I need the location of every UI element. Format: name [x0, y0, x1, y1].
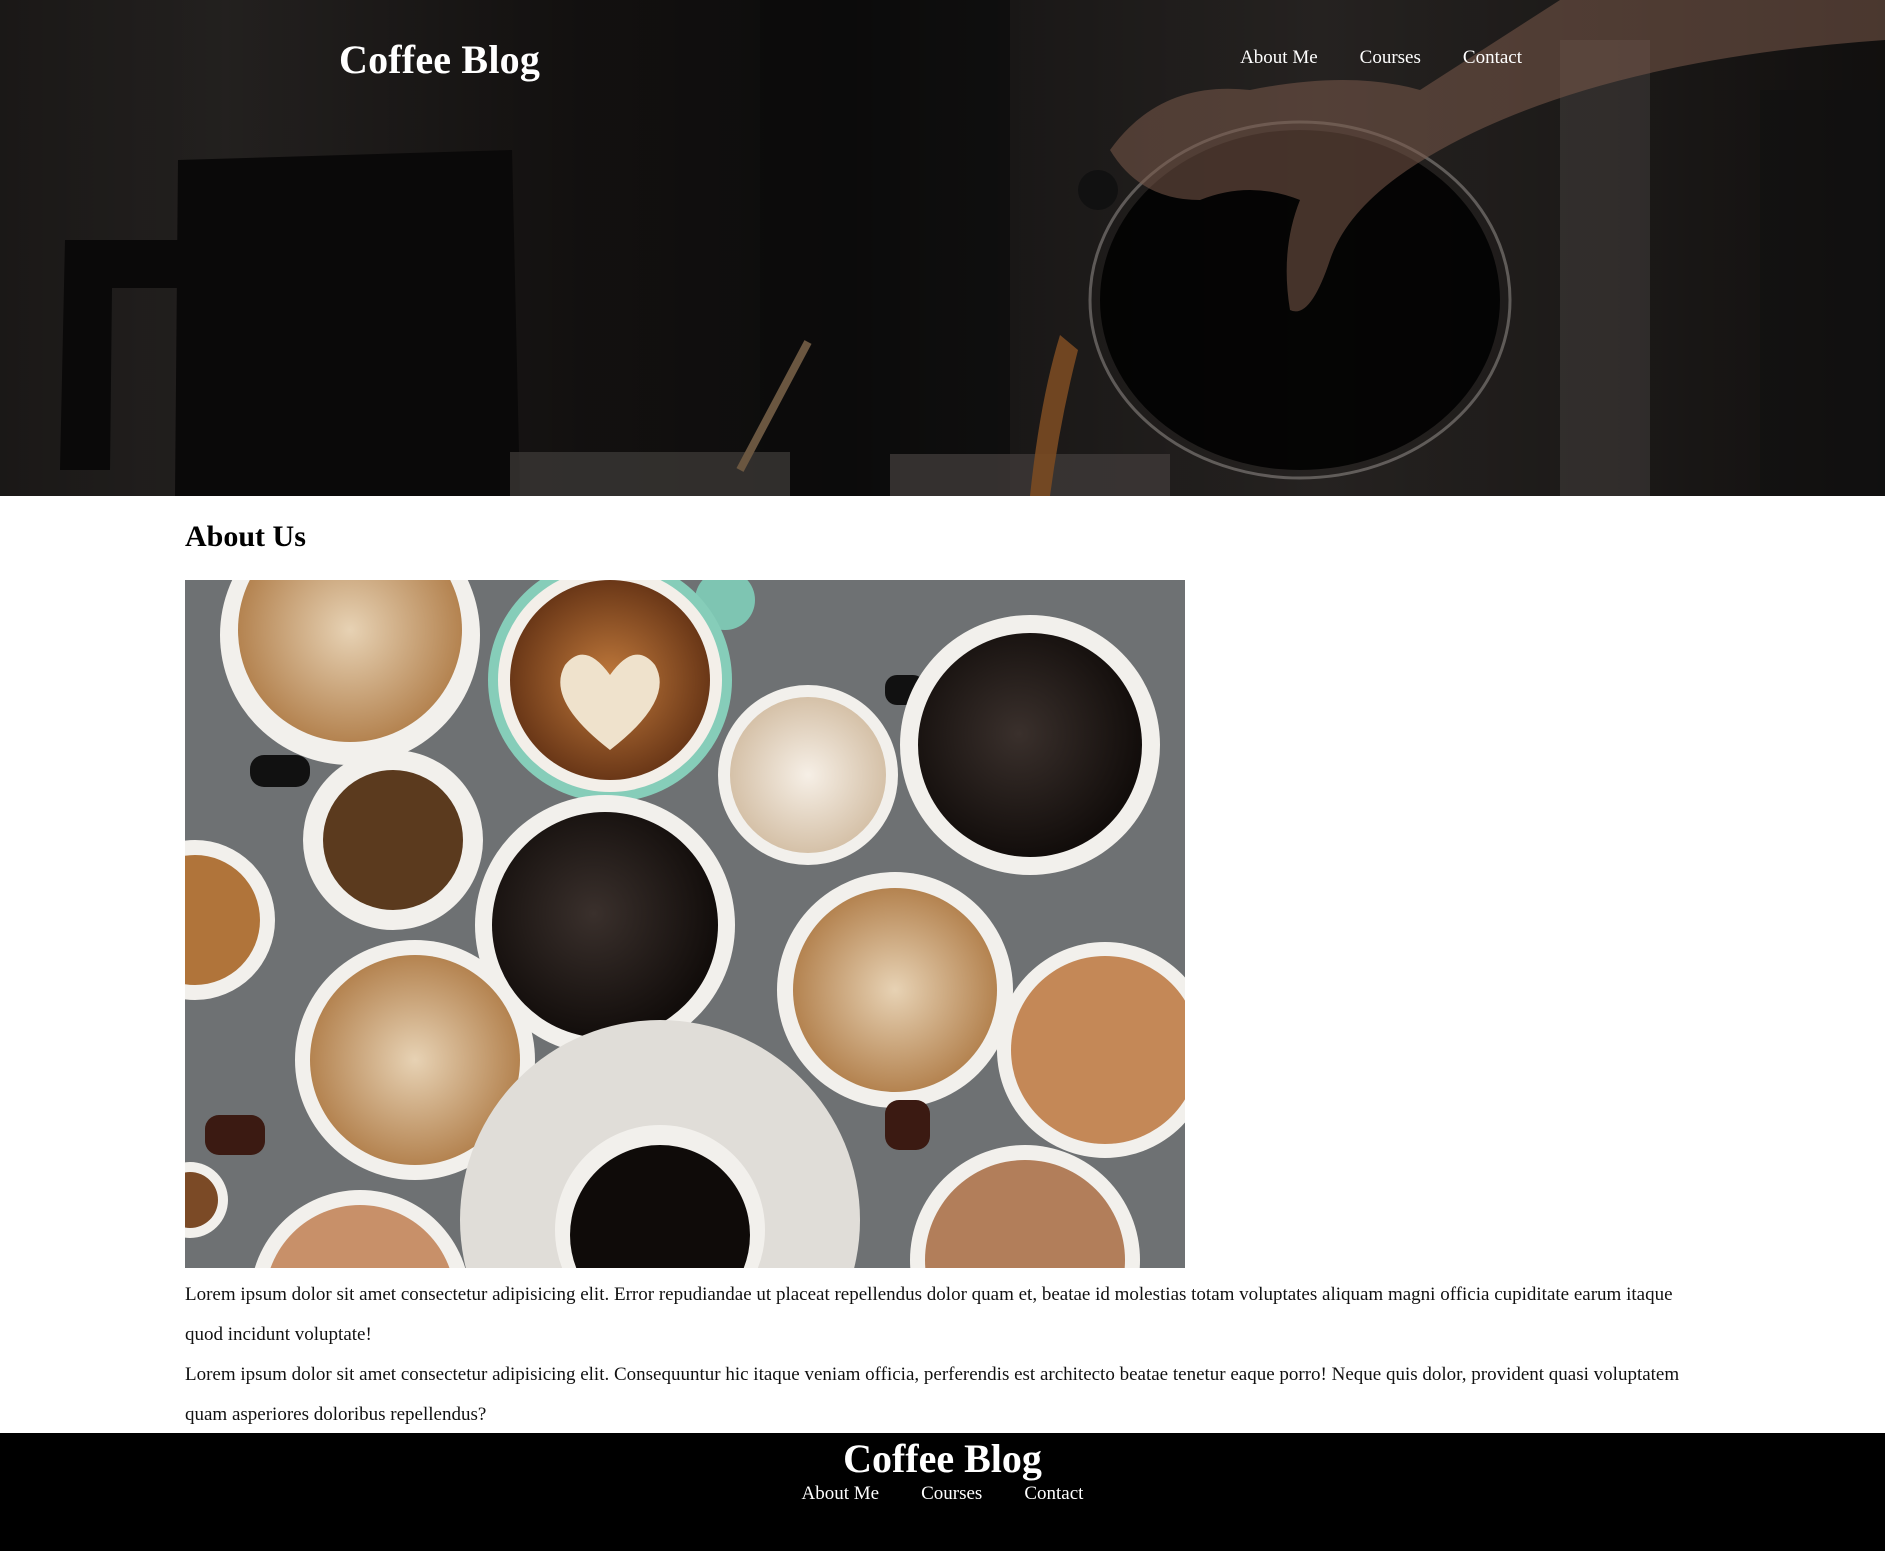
- footer-nav-link-courses[interactable]: Courses: [921, 1483, 982, 1505]
- site-title[interactable]: Coffee Blog: [339, 36, 540, 83]
- paragraph-1: Lorem ipsum dolor sit amet consectetur a…: [185, 1284, 1673, 1345]
- footer-nav-link-contact[interactable]: Contact: [1024, 1483, 1083, 1505]
- section-heading: About Us: [185, 520, 306, 553]
- footer-site-title[interactable]: Coffee Blog: [0, 1437, 1885, 1481]
- footer-nav: About Me Courses Contact: [0, 1483, 1885, 1505]
- hero-banner: Coffee Blog About Me Courses Contact: [0, 0, 1885, 496]
- paragraph-2: Lorem ipsum dolor sit amet consectetur a…: [185, 1364, 1680, 1425]
- nav-link-courses[interactable]: Courses: [1360, 47, 1421, 69]
- about-text: Lorem ipsum dolor sit amet consectetur a…: [185, 1275, 1715, 1435]
- hero-coffee-pour-image: [60, 0, 1885, 496]
- header-nav: About Me Courses Contact: [1240, 47, 1522, 69]
- footer-nav-link-about-me[interactable]: About Me: [802, 1483, 880, 1505]
- about-section: About Us Lorem ipsum dolor sit amet cons…: [185, 496, 1715, 1425]
- nav-link-contact[interactable]: Contact: [1463, 47, 1522, 69]
- coffee-cups-image: [185, 580, 1185, 1268]
- site-footer: Coffee Blog About Me Courses Contact: [0, 1433, 1885, 1551]
- nav-link-about-me[interactable]: About Me: [1240, 47, 1318, 69]
